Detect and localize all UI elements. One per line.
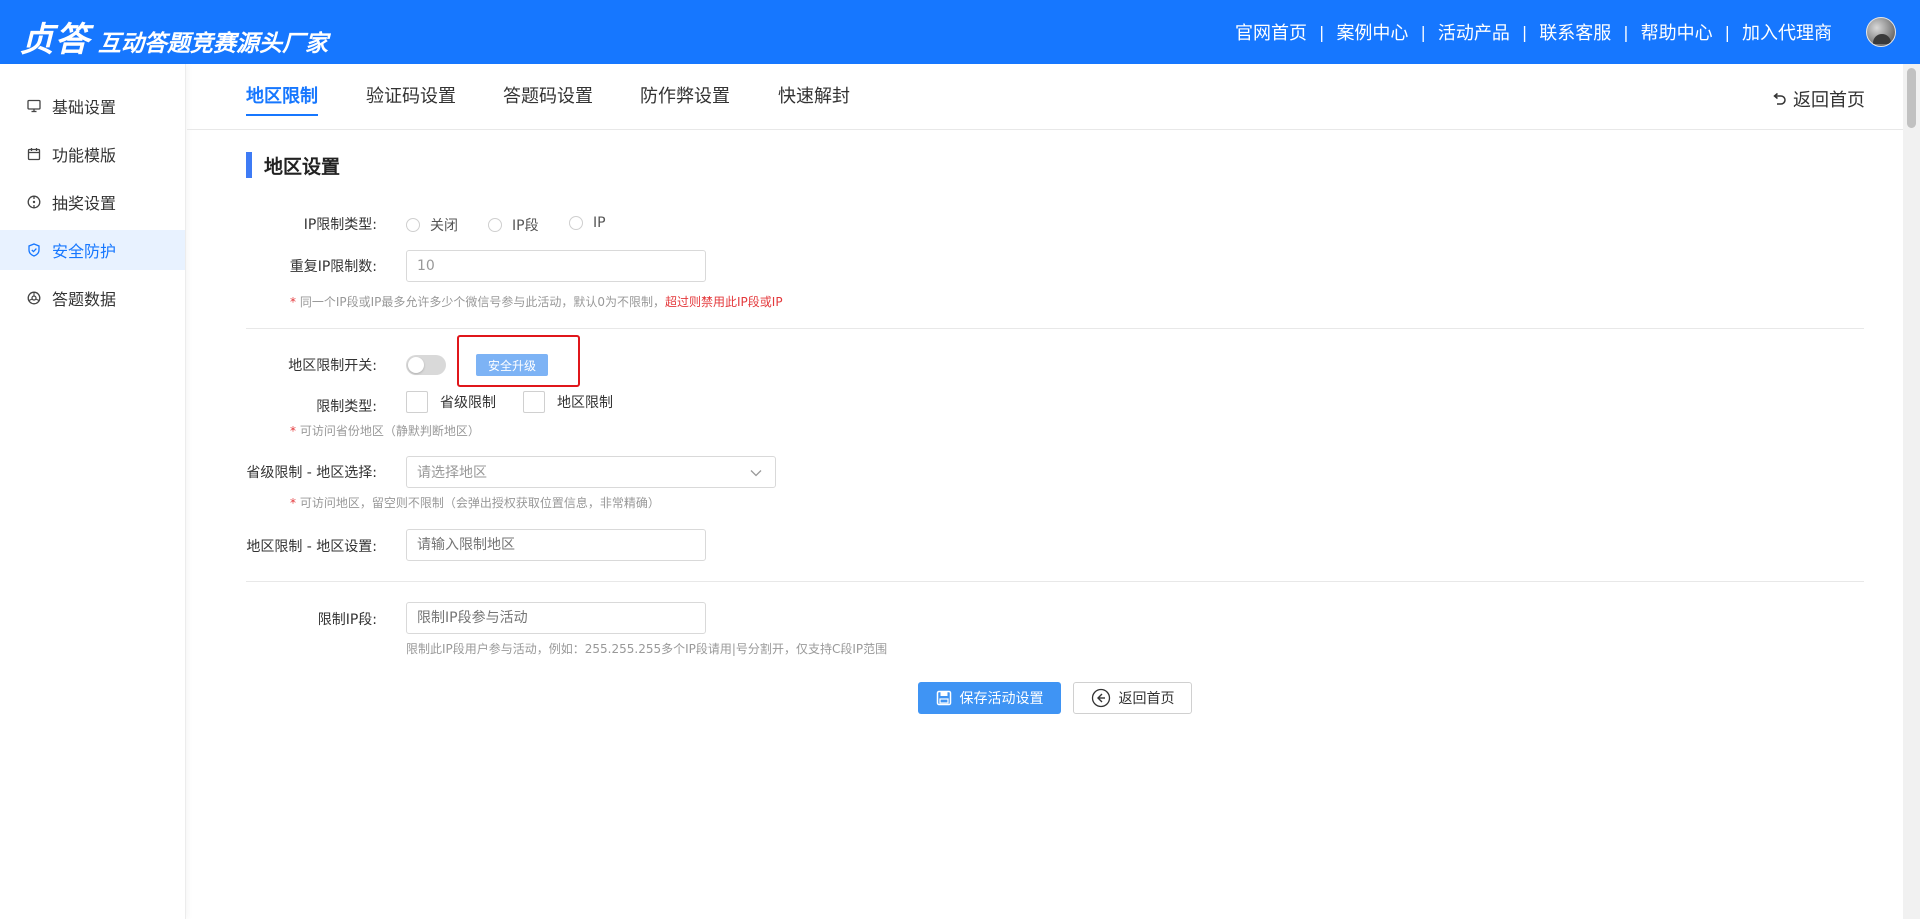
ip-segment-hint: 限制此IP段用户参与活动，例如：255.255.255多个IP段请用|号分割开，… [406, 642, 888, 656]
back-home-button[interactable]: 返回首页 [1073, 682, 1192, 714]
calendar-icon [26, 146, 42, 162]
title-accent-bar [246, 152, 252, 178]
sidebar-item-basic-settings[interactable]: 基础设置 [0, 86, 185, 126]
section-title-text: 地区设置 [264, 155, 341, 178]
ip-segment-input[interactable] [406, 602, 706, 634]
region-set-input[interactable] [406, 529, 706, 561]
repeat-ip-label: 重复IP限制数: [289, 259, 377, 275]
nav-join-agent[interactable]: 加入代理商 [1742, 19, 1832, 45]
radio-ip-type-segment[interactable]: IP段 [488, 215, 539, 235]
hint-text: 可访问省份地区（静默判断地区） [296, 424, 480, 438]
repeat-ip-hint: * 同一个IP段或IP最多允许多少个微信号参与此活动，默认0为不限制，超过则禁用… [290, 293, 783, 310]
province-hint: * 可访问地区，留空则不限制（会弹出授权获取位置信息，非常精确） [290, 494, 660, 511]
checkbox-box [406, 391, 428, 413]
nav-separator: | [1623, 22, 1629, 42]
monitor-icon [26, 98, 42, 114]
repeat-ip-input[interactable]: 10 [406, 250, 706, 282]
tab-region-limit[interactable]: 地区限制 [246, 82, 318, 116]
top-header: 贞答 互动答题竞赛源头厂家 官网首页 | 案例中心 | 活动产品 | 联系客服 … [0, 0, 1920, 64]
hint-warning: 超过则禁用此IP段或IP [665, 295, 783, 309]
limit-type-hint: * 可访问省份地区（静默判断地区） [290, 422, 480, 439]
logo-main-text: 贞答 [20, 20, 90, 60]
tab-captcha-settings[interactable]: 验证码设置 [366, 82, 456, 114]
section-divider [246, 581, 1864, 582]
sidebar-item-lottery-settings[interactable]: 抽奖设置 [0, 182, 185, 222]
chevron-down-icon [750, 470, 762, 477]
brand-logo[interactable]: 贞答 互动答题竞赛源头厂家 [20, 12, 328, 61]
page-scrollbar[interactable] [1903, 64, 1920, 919]
back-home-link[interactable]: 返回首页 [1771, 86, 1865, 112]
sidebar: 基础设置 功能模版 抽奖设置 安全防护 答题数据 [0, 64, 186, 919]
undo-arrow-icon [1773, 92, 1786, 105]
checkbox-box [523, 391, 545, 413]
province-region-select[interactable]: 请选择地区 [406, 456, 776, 488]
user-avatar[interactable] [1866, 17, 1896, 47]
sidebar-item-label: 功能模版 [52, 146, 117, 165]
region-set-label: 地区限制 - 地区设置: [246, 539, 377, 555]
hint-text: 同一个IP段或IP最多允许多少个微信号参与此活动，默认0为不限制， [296, 295, 666, 309]
toggle-knob [408, 357, 424, 373]
radio-circle [569, 216, 583, 230]
save-disk-icon [936, 690, 951, 706]
nav-case-center[interactable]: 案例中心 [1336, 19, 1408, 45]
radio-circle [406, 218, 420, 232]
sidebar-item-answer-data[interactable]: 答题数据 [0, 278, 185, 318]
ip-segment-label: 限制IP段: [317, 612, 377, 628]
hint-text: 可访问地区，留空则不限制（会弹出授权获取位置信息，非常精确） [296, 496, 660, 510]
radio-circle [488, 218, 502, 232]
tab-anti-cheat-settings[interactable]: 防作弊设置 [640, 82, 730, 114]
nav-official-home[interactable]: 官网首页 [1235, 19, 1307, 45]
nav-separator: | [1319, 22, 1325, 42]
radio-label: 关闭 [430, 218, 458, 234]
logo-slogan: 互动答题竞赛源头厂家 [98, 31, 328, 57]
radio-label: IP段 [512, 218, 539, 234]
nav-help-center[interactable]: 帮助中心 [1641, 19, 1713, 45]
nav-separator: | [1420, 22, 1426, 42]
tab-answer-code-settings[interactable]: 答题码设置 [503, 82, 593, 114]
back-home-label: 返回首页 [1793, 90, 1865, 111]
checkbox-label: 省级限制 [440, 395, 496, 411]
radio-label: IP [593, 215, 606, 231]
checkbox-region-limit[interactable]: 地区限制 [523, 391, 613, 413]
compass-icon [26, 194, 42, 210]
scrollbar-thumb[interactable] [1907, 68, 1916, 128]
save-settings-button[interactable]: 保存活动设置 [918, 682, 1061, 714]
tab-quick-unblock[interactable]: 快速解封 [778, 82, 850, 114]
top-nav: 官网首页 | 案例中心 | 活动产品 | 联系客服 | 帮助中心 | 加入代理商 [1235, 0, 1832, 64]
back-button-label: 返回首页 [1118, 691, 1175, 707]
checkbox-province-limit[interactable]: 省级限制 [406, 391, 496, 413]
province-select-label: 省级限制 - 地区选择: [246, 465, 377, 481]
limit-type-label: 限制类型: [316, 399, 377, 415]
region-switch-label: 地区限制开关: [288, 358, 377, 374]
checkbox-label: 地区限制 [557, 395, 613, 411]
security-upgrade-button[interactable]: 安全升级 [476, 354, 548, 376]
section-divider [246, 328, 1864, 329]
shield-icon [26, 242, 42, 258]
sidebar-item-label: 基础设置 [52, 98, 117, 117]
sidebar-item-function-template[interactable]: 功能模版 [0, 134, 185, 174]
sidebar-item-security[interactable]: 安全防护 [0, 230, 185, 270]
radio-ip-type-off[interactable]: 关闭 [406, 215, 458, 235]
save-button-label: 保存活动设置 [959, 691, 1044, 707]
sidebar-item-label: 答题数据 [52, 290, 117, 309]
nav-separator: | [1521, 22, 1528, 42]
nav-separator: | [1724, 22, 1730, 42]
section-title: 地区设置 [246, 152, 340, 178]
select-placeholder: 请选择地区 [417, 465, 487, 481]
radio-ip-type-ip[interactable]: IP [569, 215, 606, 231]
circle-arrow-left-icon [1091, 688, 1110, 708]
tabs-bar: 地区限制 验证码设置 答题码设置 防作弊设置 快速解封 返回首页 [187, 64, 1903, 130]
ip-type-label: IP限制类型: [303, 217, 377, 233]
nav-activity-products[interactable]: 活动产品 [1438, 19, 1510, 45]
sidebar-item-label: 安全防护 [52, 242, 117, 261]
region-limit-toggle[interactable] [406, 355, 446, 375]
sidebar-item-label: 抽奖设置 [52, 194, 117, 213]
nav-contact-support[interactable]: 联系客服 [1539, 19, 1611, 45]
chart-wheel-icon [26, 290, 42, 306]
